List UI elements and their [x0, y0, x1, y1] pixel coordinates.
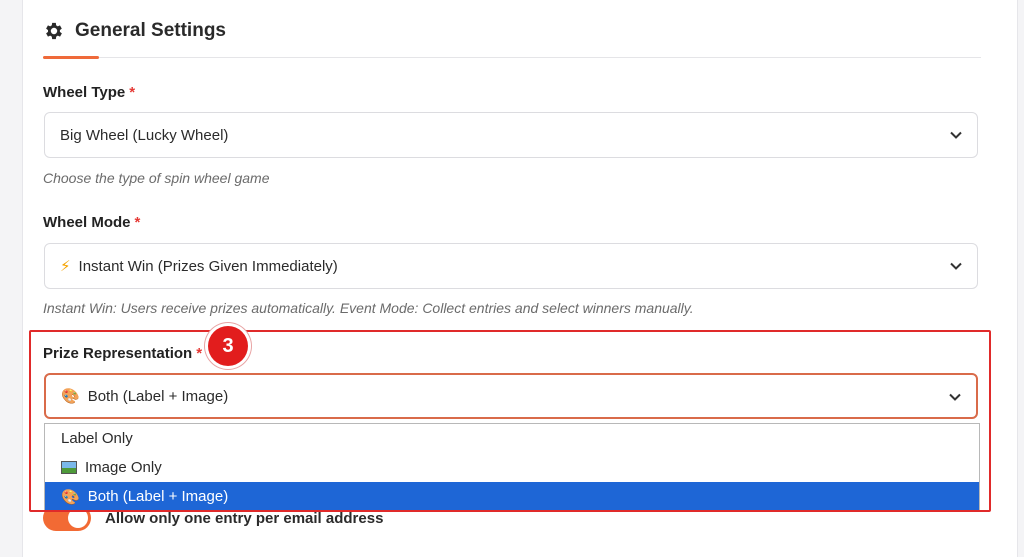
section-title: General Settings — [75, 20, 226, 41]
wheel-mode-value: Instant Win (Prizes Given Immediately) — [78, 257, 338, 275]
one-entry-toggle-label: Allow only one entry per email address — [105, 509, 384, 527]
lightning-icon: ⚡ — [60, 258, 71, 275]
chevron-down-icon — [950, 131, 962, 139]
step-badge: 3 — [208, 326, 248, 366]
wheel-type-select[interactable]: Big Wheel (Lucky Wheel) — [44, 112, 978, 158]
wheel-mode-label: Wheel Mode * — [43, 214, 140, 231]
section-header: General Settings — [43, 16, 226, 46]
required-mark: * — [129, 84, 136, 101]
wheel-type-value: Big Wheel (Lucky Wheel) — [60, 126, 229, 144]
tutorial-highlight-box — [29, 330, 991, 512]
chevron-down-icon — [950, 262, 962, 270]
wheel-mode-label-text: Wheel Mode — [43, 214, 131, 231]
wheel-mode-select[interactable]: ⚡ Instant Win (Prizes Given Immediately) — [44, 243, 978, 289]
wheel-type-label-text: Wheel Type — [43, 84, 126, 101]
required-mark: * — [134, 214, 141, 231]
gear-icon — [46, 22, 62, 40]
header-accent-underline — [43, 56, 99, 59]
wheel-type-label: Wheel Type * — [43, 84, 135, 101]
wheel-mode-help: Instant Win: Users receive prizes automa… — [43, 300, 694, 316]
settings-panel: General Settings Wheel Type * Big Wheel (… — [22, 0, 1018, 557]
header-divider — [43, 57, 981, 58]
wheel-type-help: Choose the type of spin wheel game — [43, 170, 270, 186]
